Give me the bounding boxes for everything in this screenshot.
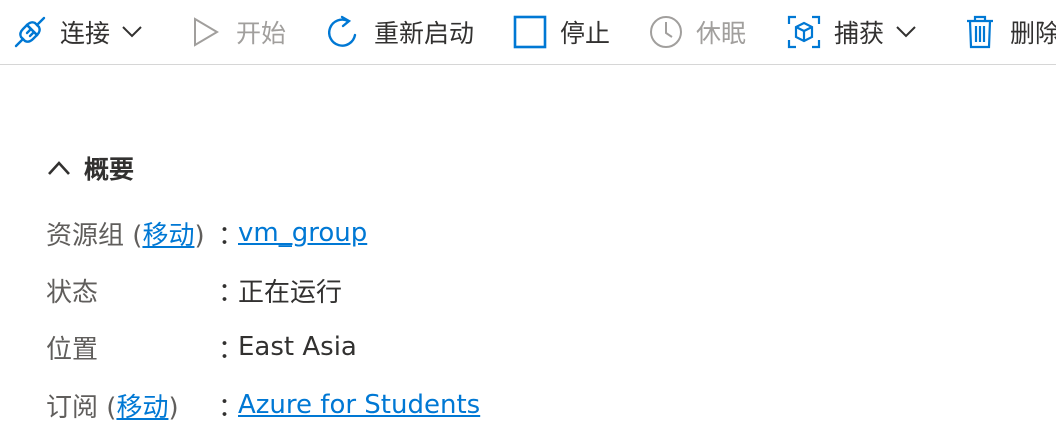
- paren-close: ): [168, 392, 179, 423]
- subscription-value-link[interactable]: Azure for Students: [238, 390, 480, 420]
- paren-open: (: [106, 392, 117, 423]
- trash-icon: [962, 14, 998, 50]
- delete-button[interactable]: 删除: [962, 0, 1056, 64]
- stop-button[interactable]: 停止: [512, 0, 610, 64]
- status-label: 状态: [46, 277, 99, 308]
- restart-button[interactable]: 重新启动: [326, 0, 474, 64]
- start-label: 开始: [236, 19, 287, 48]
- colon: ：: [218, 277, 245, 308]
- overview-toggle[interactable]: 概要: [46, 148, 134, 188]
- delete-label: 删除: [1010, 19, 1056, 48]
- hibernate-label: 休眠: [696, 19, 747, 48]
- colon: ：: [218, 334, 245, 365]
- location-label: 位置: [46, 334, 99, 365]
- restart-icon: [326, 14, 362, 50]
- location-value: East Asia: [238, 332, 357, 362]
- location-row: 位置 ： East Asia: [46, 327, 357, 367]
- chevron-down-icon: [892, 18, 920, 46]
- chevron-up-icon: [46, 155, 72, 181]
- resource-group-row: 资源组 (移动) ： vm_group: [46, 213, 367, 253]
- hibernate-button[interactable]: 休眠: [648, 0, 746, 64]
- resource-group-value-link[interactable]: vm_group: [238, 218, 367, 248]
- overview-title: 概要: [84, 155, 135, 184]
- colon: ：: [218, 392, 245, 423]
- command-bar: 连接 开始 重新启动 停止 休眠 捕获 删除: [0, 0, 1056, 65]
- subscription-label: 订阅: [46, 392, 99, 423]
- play-icon: [188, 14, 224, 50]
- colon: ：: [218, 220, 245, 251]
- restart-label: 重新启动: [374, 19, 475, 48]
- resource-group-label-wrap: 资源组 (移动): [46, 215, 218, 252]
- status-row: 状态 ： 正在运行: [46, 270, 342, 310]
- start-button[interactable]: 开始: [188, 0, 286, 64]
- capture-button[interactable]: 捕获: [786, 0, 920, 64]
- chevron-down-icon: [118, 18, 146, 46]
- resource-group-move-link[interactable]: 移动: [142, 221, 194, 251]
- subscription-row: 订阅 (移动) ： Azure for Students: [46, 385, 480, 425]
- capture-label: 捕获: [834, 19, 885, 48]
- connect-icon: [12, 14, 48, 50]
- capture-cube-icon: [786, 14, 822, 50]
- paren-close: ): [194, 220, 205, 251]
- connect-button[interactable]: 连接: [12, 0, 146, 64]
- subscription-label-wrap: 订阅 (移动): [46, 387, 218, 424]
- status-value: 正在运行: [238, 277, 343, 308]
- resource-group-label: 资源组: [46, 220, 125, 251]
- paren-open: (: [132, 220, 143, 251]
- hibernate-clock-icon: [648, 14, 684, 50]
- connect-label: 连接: [60, 19, 111, 48]
- stop-icon: [512, 14, 548, 50]
- stop-label: 停止: [560, 19, 611, 48]
- subscription-move-link[interactable]: 移动: [116, 393, 168, 423]
